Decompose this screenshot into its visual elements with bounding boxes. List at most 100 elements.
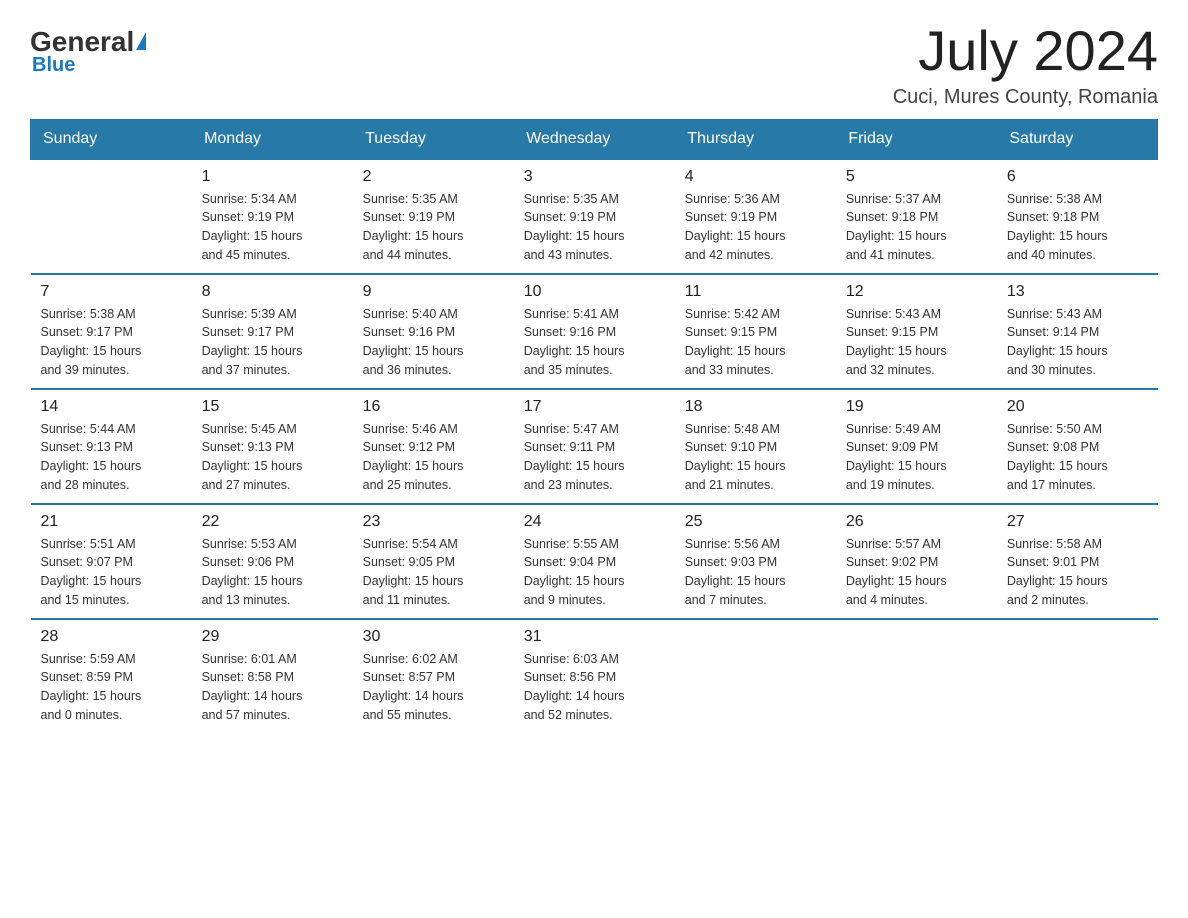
day-number: 31 — [524, 628, 665, 646]
header-thursday: Thursday — [675, 119, 836, 159]
day-number: 24 — [524, 513, 665, 531]
day-info: Sunrise: 5:54 AM Sunset: 9:05 PM Dayligh… — [363, 535, 504, 610]
day-info: Sunrise: 5:39 AM Sunset: 9:17 PM Dayligh… — [202, 305, 343, 380]
day-number: 1 — [202, 168, 343, 186]
calendar-cell: 15 Sunrise: 5:45 AM Sunset: 9:13 PM Dayli… — [192, 389, 353, 504]
day-number: 15 — [202, 398, 343, 416]
calendar-cell: 8 Sunrise: 5:39 AM Sunset: 9:17 PM Daylig… — [192, 274, 353, 389]
calendar-cell: 2Sunrise: 5:35 AM Sunset: 9:19 PM Daylig… — [353, 159, 514, 274]
day-number: 30 — [363, 628, 504, 646]
calendar-header: SundayMondayTuesdayWednesdayThursdayFrid… — [31, 119, 1159, 159]
calendar-table: SundayMondayTuesdayWednesdayThursdayFrid… — [30, 119, 1158, 733]
calendar-cell — [31, 159, 192, 274]
calendar-cell: 25 Sunrise: 5:56 AM Sunset: 9:03 PM Dayli… — [675, 504, 836, 619]
day-info: Sunrise: 5:35 AM Sunset: 9:19 PM Dayligh… — [524, 190, 665, 265]
day-number: 27 — [1007, 513, 1148, 531]
calendar-cell: 6 Sunrise: 5:38 AM Sunset: 9:18 PM Daylig… — [997, 159, 1158, 274]
day-number: 18 — [685, 398, 826, 416]
location-subtitle: Cuci, Mures County, Romania — [893, 86, 1158, 109]
calendar-cell: 14 Sunrise: 5:44 AM Sunset: 9:13 PM Dayli… — [31, 389, 192, 504]
day-info: Sunrise: 5:47 AM Sunset: 9:11 PM Dayligh… — [524, 420, 665, 495]
week-row-0: 1 Sunrise: 5:34 AM Sunset: 9:19 PM Daylig… — [31, 159, 1159, 274]
day-info: Sunrise: 6:01 AM Sunset: 8:58 PM Dayligh… — [202, 650, 343, 725]
calendar-cell: 22Sunrise: 5:53 AM Sunset: 9:06 PM Dayli… — [192, 504, 353, 619]
week-row-3: 21 Sunrise: 5:51 AM Sunset: 9:07 PM Dayli… — [31, 504, 1159, 619]
header-tuesday: Tuesday — [353, 119, 514, 159]
day-info: Sunrise: 5:37 AM Sunset: 9:18 PM Dayligh… — [846, 190, 987, 265]
calendar-cell: 18 Sunrise: 5:48 AM Sunset: 9:10 PM Dayli… — [675, 389, 836, 504]
day-number: 28 — [41, 628, 182, 646]
calendar-cell: 27 Sunrise: 5:58 AM Sunset: 9:01 PM Dayli… — [997, 504, 1158, 619]
calendar-cell: 29 Sunrise: 6:01 AM Sunset: 8:58 PM Dayli… — [192, 619, 353, 733]
day-info: Sunrise: 5:36 AM Sunset: 9:19 PM Dayligh… — [685, 190, 826, 265]
calendar-cell: 4 Sunrise: 5:36 AM Sunset: 9:19 PM Daylig… — [675, 159, 836, 274]
day-number: 9 — [363, 283, 504, 301]
calendar-cell: 16Sunrise: 5:46 AM Sunset: 9:12 PM Dayli… — [353, 389, 514, 504]
day-number: 20 — [1007, 398, 1148, 416]
day-info: Sunrise: 5:43 AM Sunset: 9:14 PM Dayligh… — [1007, 305, 1148, 380]
day-info: Sunrise: 5:40 AM Sunset: 9:16 PM Dayligh… — [363, 305, 504, 380]
day-number: 25 — [685, 513, 826, 531]
day-info: Sunrise: 5:55 AM Sunset: 9:04 PM Dayligh… — [524, 535, 665, 610]
day-info: Sunrise: 6:03 AM Sunset: 8:56 PM Dayligh… — [524, 650, 665, 725]
day-info: Sunrise: 5:51 AM Sunset: 9:07 PM Dayligh… — [41, 535, 182, 610]
day-info: Sunrise: 5:44 AM Sunset: 9:13 PM Dayligh… — [41, 420, 182, 495]
day-number: 17 — [524, 398, 665, 416]
calendar-cell: 9 Sunrise: 5:40 AM Sunset: 9:16 PM Daylig… — [353, 274, 514, 389]
calendar-cell: 10Sunrise: 5:41 AM Sunset: 9:16 PM Dayli… — [514, 274, 675, 389]
calendar-cell: 7Sunrise: 5:38 AM Sunset: 9:17 PM Daylig… — [31, 274, 192, 389]
calendar-cell: 11Sunrise: 5:42 AM Sunset: 9:15 PM Dayli… — [675, 274, 836, 389]
day-info: Sunrise: 5:41 AM Sunset: 9:16 PM Dayligh… — [524, 305, 665, 380]
header-monday: Monday — [192, 119, 353, 159]
header-friday: Friday — [836, 119, 997, 159]
day-number: 11 — [685, 283, 826, 301]
day-number: 6 — [1007, 168, 1148, 186]
calendar-cell: 17 Sunrise: 5:47 AM Sunset: 9:11 PM Dayli… — [514, 389, 675, 504]
logo-blue-text: Blue — [32, 54, 75, 77]
calendar-body: 1 Sunrise: 5:34 AM Sunset: 9:19 PM Daylig… — [31, 159, 1159, 733]
day-number: 8 — [202, 283, 343, 301]
header-saturday: Saturday — [997, 119, 1158, 159]
day-number: 26 — [846, 513, 987, 531]
day-number: 12 — [846, 283, 987, 301]
title-section: July 2024 Cuci, Mures County, Romania — [893, 20, 1158, 109]
day-number: 14 — [41, 398, 182, 416]
calendar-cell — [997, 619, 1158, 733]
week-row-4: 28 Sunrise: 5:59 AM Sunset: 8:59 PM Dayli… — [31, 619, 1159, 733]
day-number: 21 — [41, 513, 182, 531]
day-info: Sunrise: 5:34 AM Sunset: 9:19 PM Dayligh… — [202, 190, 343, 265]
day-info: Sunrise: 6:02 AM Sunset: 8:57 PM Dayligh… — [363, 650, 504, 725]
day-info: Sunrise: 5:50 AM Sunset: 9:08 PM Dayligh… — [1007, 420, 1148, 495]
day-number: 4 — [685, 168, 826, 186]
week-row-2: 14 Sunrise: 5:44 AM Sunset: 9:13 PM Dayli… — [31, 389, 1159, 504]
day-info: Sunrise: 5:38 AM Sunset: 9:18 PM Dayligh… — [1007, 190, 1148, 265]
calendar-cell: 31 Sunrise: 6:03 AM Sunset: 8:56 PM Dayli… — [514, 619, 675, 733]
day-number: 2 — [363, 168, 504, 186]
logo: General Blue — [30, 28, 146, 77]
day-number: 19 — [846, 398, 987, 416]
calendar-cell: 3 Sunrise: 5:35 AM Sunset: 9:19 PM Daylig… — [514, 159, 675, 274]
header-row: SundayMondayTuesdayWednesdayThursdayFrid… — [31, 119, 1159, 159]
month-title: July 2024 — [893, 20, 1158, 82]
day-number: 3 — [524, 168, 665, 186]
day-info: Sunrise: 5:59 AM Sunset: 8:59 PM Dayligh… — [41, 650, 182, 725]
day-number: 29 — [202, 628, 343, 646]
calendar-cell: 30 Sunrise: 6:02 AM Sunset: 8:57 PM Dayli… — [353, 619, 514, 733]
day-info: Sunrise: 5:53 AM Sunset: 9:06 PM Dayligh… — [202, 535, 343, 610]
calendar-cell: 23Sunrise: 5:54 AM Sunset: 9:05 PM Dayli… — [353, 504, 514, 619]
calendar-cell: 28 Sunrise: 5:59 AM Sunset: 8:59 PM Dayli… — [31, 619, 192, 733]
page-header: General Blue July 2024 Cuci, Mures Count… — [30, 20, 1158, 109]
day-info: Sunrise: 5:57 AM Sunset: 9:02 PM Dayligh… — [846, 535, 987, 610]
calendar-cell: 13Sunrise: 5:43 AM Sunset: 9:14 PM Dayli… — [997, 274, 1158, 389]
header-wednesday: Wednesday — [514, 119, 675, 159]
day-number: 7 — [41, 283, 182, 301]
day-info: Sunrise: 5:58 AM Sunset: 9:01 PM Dayligh… — [1007, 535, 1148, 610]
calendar-cell: 19 Sunrise: 5:49 AM Sunset: 9:09 PM Dayli… — [836, 389, 997, 504]
day-info: Sunrise: 5:49 AM Sunset: 9:09 PM Dayligh… — [846, 420, 987, 495]
calendar-cell: 1 Sunrise: 5:34 AM Sunset: 9:19 PM Daylig… — [192, 159, 353, 274]
calendar-cell: 21 Sunrise: 5:51 AM Sunset: 9:07 PM Dayli… — [31, 504, 192, 619]
day-info: Sunrise: 5:45 AM Sunset: 9:13 PM Dayligh… — [202, 420, 343, 495]
calendar-cell: 24 Sunrise: 5:55 AM Sunset: 9:04 PM Dayli… — [514, 504, 675, 619]
day-info: Sunrise: 5:56 AM Sunset: 9:03 PM Dayligh… — [685, 535, 826, 610]
day-info: Sunrise: 5:48 AM Sunset: 9:10 PM Dayligh… — [685, 420, 826, 495]
